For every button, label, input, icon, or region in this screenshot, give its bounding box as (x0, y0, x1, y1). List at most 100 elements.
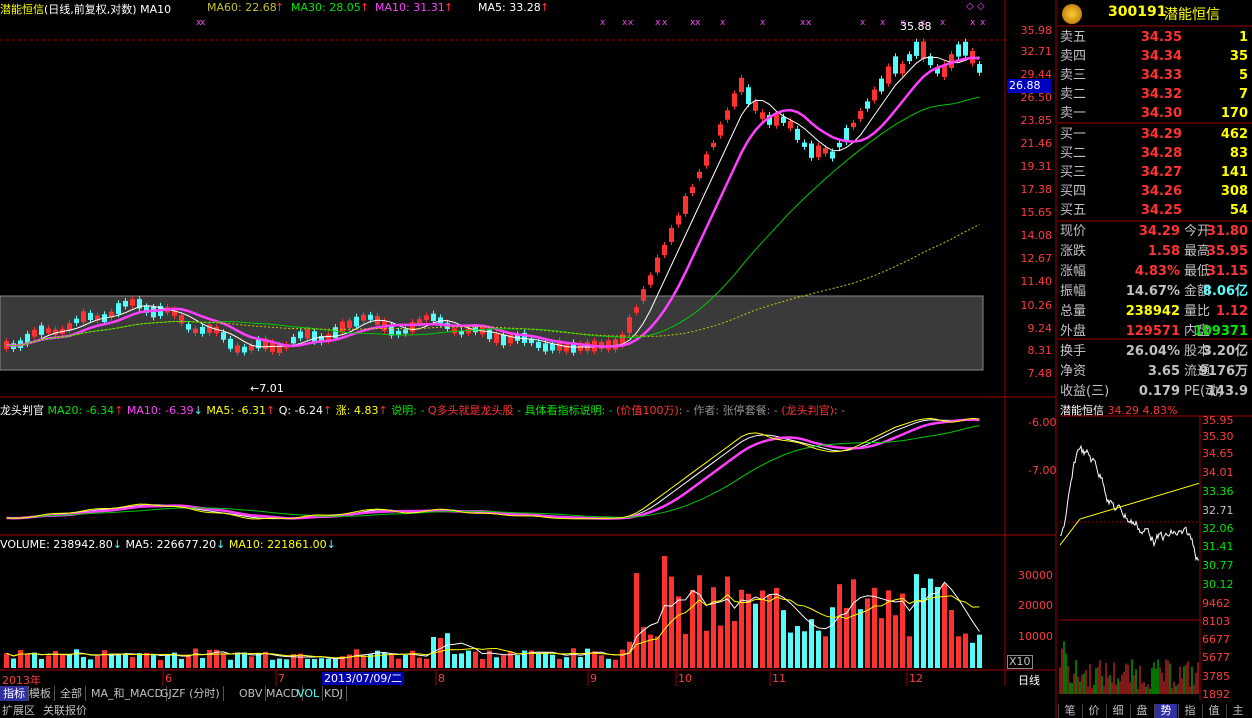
right-tab[interactable]: 指 (1178, 704, 1201, 718)
volume-bar (284, 659, 289, 668)
volume-bar (39, 658, 44, 668)
right-tab[interactable]: 盘 (1130, 704, 1153, 718)
volume-bar (130, 657, 135, 668)
signal-x-mark: x (980, 18, 986, 28)
buy-row[interactable]: 买四 34.26 308 (1060, 182, 1250, 201)
sell-row[interactable]: 卖三 34.33 5 (1060, 66, 1250, 85)
tab-gjzf[interactable]: GJZF (分时) (157, 686, 224, 701)
mini-chart-header: 潜能恒信 34.29 4.83% (1060, 402, 1177, 418)
candle-body (732, 93, 737, 107)
stat-row: 现价 34.29 今开 31.80 (1060, 224, 1248, 239)
signal-x-mark: x (760, 18, 766, 28)
right-tab[interactable]: 值 (1202, 704, 1225, 718)
diamond-icon[interactable]: ◇ ◇ (966, 1, 985, 12)
volume-bars (4, 556, 982, 668)
tab-all[interactable]: 全部 (57, 686, 86, 701)
buy-row[interactable]: 买二 34.28 83 (1060, 144, 1250, 163)
candle-body (417, 318, 422, 324)
mini-vol-axis-label: 8103 (1202, 615, 1230, 628)
tab-related-quote[interactable]: 关联报价 (43, 703, 87, 718)
right-tab[interactable]: 势 (1154, 704, 1177, 718)
price-axis-label: 14.08 (1020, 229, 1053, 242)
sell-row[interactable]: 卖一 34.30 170 (1060, 104, 1250, 123)
volume-bar (599, 655, 604, 668)
sell-row[interactable]: 卖四 34.34 35 (1060, 47, 1250, 66)
tab-extension[interactable]: 扩展区 (2, 703, 35, 718)
sell-row[interactable]: 卖五 34.35 1 (1060, 28, 1250, 47)
signal-x-mark: x (860, 18, 866, 28)
volume-bar (900, 593, 905, 668)
volume-bar (417, 657, 422, 668)
candle-body (900, 63, 905, 74)
candle-body (641, 289, 646, 301)
volume-bar (767, 594, 772, 668)
volume-bar (158, 659, 163, 668)
volume-bar (242, 652, 247, 668)
sell-row[interactable]: 卖二 34.32 7 (1060, 85, 1250, 104)
tab-kdj[interactable]: KDJ (321, 686, 347, 701)
candle-body (298, 331, 303, 339)
date-axis-label: 7 (278, 672, 285, 685)
buy-row[interactable]: 买三 34.27 141 (1060, 163, 1250, 182)
mini-avg-line (1059, 482, 1200, 546)
right-tab[interactable]: 细 (1106, 704, 1129, 718)
buy-row[interactable]: 买五 34.25 54 (1060, 201, 1250, 220)
right-tab[interactable]: 笔 (1058, 704, 1081, 718)
volume-bar (298, 653, 303, 668)
ma60-arrow: ↑ (275, 1, 285, 14)
volume-bar (760, 590, 765, 668)
candle-body (907, 54, 912, 62)
candle-body (753, 101, 758, 111)
date-axis-label: 6 (165, 672, 172, 685)
volume-bar (879, 618, 884, 668)
buy-row[interactable]: 买一 34.29 462 (1060, 125, 1250, 144)
right-tab[interactable]: 价 (1082, 704, 1105, 718)
ind-zhang: 涨: 4.83 (335, 404, 379, 417)
candle-body (151, 306, 156, 318)
volume-bar (18, 650, 23, 668)
mini-title: 潜能恒信 (1060, 404, 1104, 417)
volume-bar (613, 659, 618, 668)
price-axis-label: 15.65 (1020, 206, 1053, 219)
candle-body (739, 77, 744, 93)
candle-body (466, 328, 471, 334)
candle-body (837, 142, 842, 148)
tab-vol[interactable]: VOL (294, 686, 324, 701)
quote-name: 潜能恒信 (1164, 7, 1220, 23)
mini-price-line (1059, 444, 1199, 562)
candle-body (627, 317, 632, 333)
signal-x-mark: x (662, 18, 668, 28)
candle-body (410, 321, 415, 332)
main-chart-header: 潜能恒信(日线,前复权,对数) MA10 (0, 1, 171, 17)
price-axis-label: 11.40 (1020, 275, 1053, 288)
ind-ma10: MA10: -6.39 (126, 404, 194, 417)
tab-obv[interactable]: OBV (236, 686, 267, 701)
candle-body (186, 324, 191, 330)
price-axis-label: 9.24 (1027, 322, 1053, 335)
tab-template[interactable]: 模板 (26, 686, 55, 701)
stat-row: 涨跌 1.58 最高 35.95 (1060, 244, 1248, 259)
volume-bar (823, 636, 828, 668)
candle-body (46, 328, 51, 333)
volume-bar (963, 633, 968, 668)
candle-body (760, 112, 765, 119)
signal-x-mark: x (200, 18, 206, 28)
candle-body (200, 326, 205, 334)
indicator-line (6, 417, 980, 520)
signal-x-mark: x (600, 18, 606, 28)
volume-bar (319, 658, 324, 668)
tab-indicator[interactable]: 指标 (0, 686, 29, 701)
right-tab[interactable]: 主 (1226, 704, 1249, 718)
volume-bar (641, 627, 646, 668)
chart-mode: (日线,前复权,对数) (44, 3, 137, 16)
mini-axis-label: 35.30 (1202, 430, 1234, 443)
price-axis-label: 35.98 (1020, 24, 1053, 37)
low-annotation: ←7.01 (250, 382, 284, 395)
mini-vol-axis-label: 6677 (1202, 633, 1230, 646)
ind-q: Q: -6.24 (278, 404, 324, 417)
volume-bar (774, 587, 779, 668)
volume-bar (473, 651, 478, 668)
candle-body (74, 318, 79, 323)
tab-ma-macd[interactable]: MA_和_MACD (88, 686, 167, 701)
volume-bar (816, 630, 821, 668)
